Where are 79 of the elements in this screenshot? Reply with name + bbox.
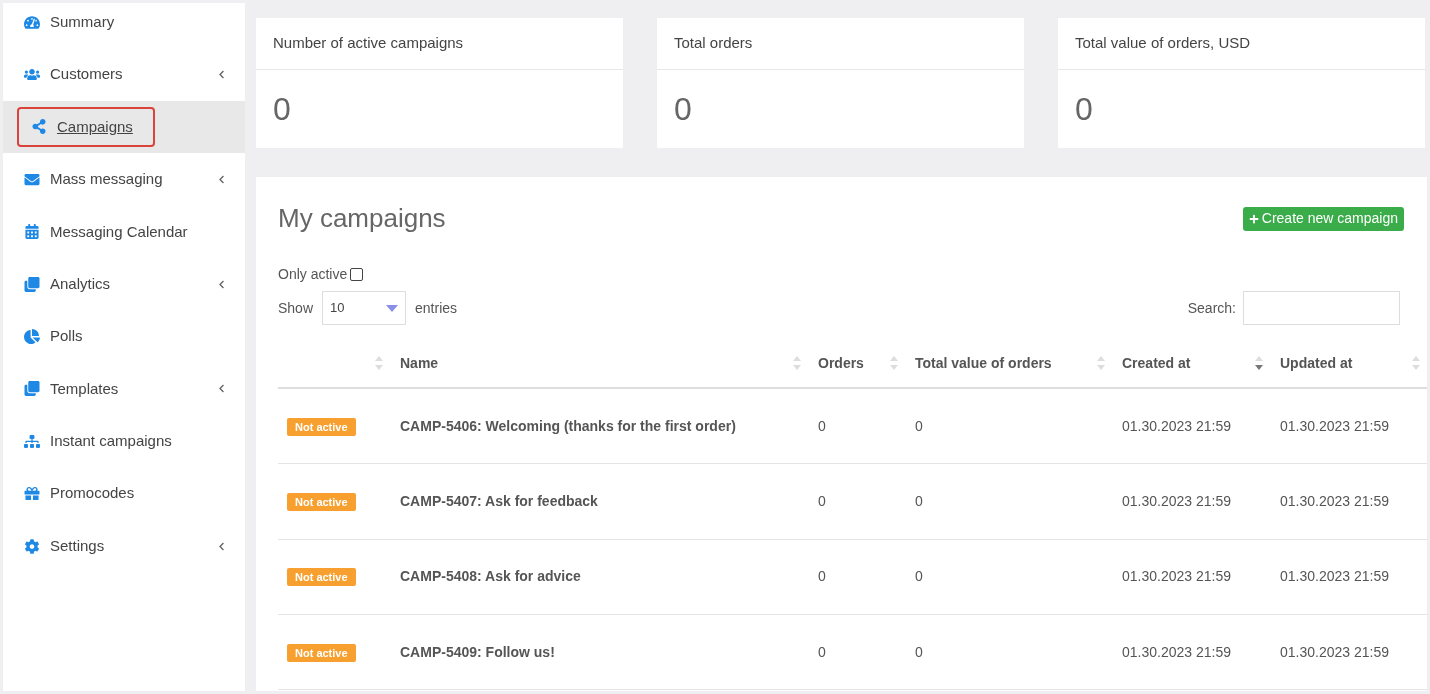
- sidebar-item[interactable]: Templates: [3, 362, 245, 416]
- status-badge: Not active: [287, 643, 356, 662]
- column-header[interactable]: Name: [389, 339, 807, 387]
- stat-title: Total value of orders, USD: [1075, 33, 1251, 54]
- campaign-name[interactable]: CAMP-5407: Ask for feedback: [400, 492, 598, 509]
- share-icon: [31, 119, 47, 135]
- sitemap-icon: [24, 433, 40, 449]
- show-label: Show: [278, 298, 314, 318]
- settings-icon: [24, 538, 40, 554]
- column-header[interactable]: Created at: [1111, 339, 1269, 387]
- stat-value: 0: [674, 90, 692, 129]
- status-badge: Not active: [287, 568, 356, 587]
- entries-label: entries: [415, 298, 458, 318]
- sidebar-item[interactable]: Customers: [3, 48, 245, 101]
- created-cell: 01.30.2023 21:59: [1122, 417, 1231, 434]
- updated-cell: 01.30.2023 21:59: [1280, 417, 1389, 434]
- sidebar-item[interactable]: Analytics: [3, 257, 245, 311]
- column-header[interactable]: Orders: [807, 339, 904, 387]
- orders-cell: 0: [818, 568, 826, 585]
- campaign-name[interactable]: CAMP-5408: Ask for advice: [400, 568, 581, 585]
- stat-value: 0: [1075, 90, 1093, 129]
- sidebar-label: Promocodes: [50, 483, 135, 504]
- orders-cell: 0: [818, 643, 826, 660]
- search-field[interactable]: [1243, 291, 1400, 325]
- envelope-icon: [24, 171, 40, 187]
- only-active-checkbox[interactable]: [350, 268, 364, 281]
- caret-icon: [386, 304, 399, 312]
- users-icon: [24, 67, 40, 83]
- sidebar-label: Messaging Calendar: [50, 221, 188, 242]
- copy-icon: [24, 276, 40, 292]
- sidebar-label: Polls: [50, 326, 83, 347]
- orders-cell: 0: [818, 492, 826, 509]
- pie-chart-icon: [24, 329, 40, 345]
- sidebar-label: Campaigns: [57, 116, 133, 137]
- total-cell: 0: [915, 417, 923, 434]
- sidebar-item[interactable]: Settings: [3, 519, 245, 573]
- copy-icon: [24, 381, 40, 397]
- only-active-label: Only active: [278, 265, 348, 284]
- campaign-name[interactable]: CAMP-5409: Follow us!: [400, 643, 555, 660]
- stat-value: 0: [273, 90, 291, 129]
- sidebar-item[interactable]: Mass messaging: [3, 153, 245, 206]
- total-cell: 0: [915, 492, 923, 509]
- column-header[interactable]: Updated at: [1269, 339, 1426, 387]
- stat-title: Number of active campaigns: [273, 33, 464, 54]
- sidebar-label: Customers: [50, 64, 123, 85]
- status-badge: Not active: [287, 492, 356, 511]
- stat-title: Total orders: [674, 33, 753, 54]
- sidebar-label: Analytics: [50, 273, 111, 294]
- updated-cell: 01.30.2023 21:59: [1280, 568, 1389, 585]
- sidebar-item[interactable]: Summary: [3, 0, 245, 49]
- sidebar-item[interactable]: Polls: [3, 310, 245, 363]
- sidebar-item[interactable]: Campaigns: [3, 100, 245, 154]
- gift-icon: [24, 486, 40, 502]
- created-cell: 01.30.2023 21:59: [1122, 492, 1231, 509]
- sidebar-label: Mass messaging: [50, 169, 163, 190]
- column-header[interactable]: Total value of orders: [904, 339, 1111, 387]
- campaign-name[interactable]: CAMP-5406: Welcoming (thanks for the first order): [400, 417, 736, 434]
- status-badge: Not active: [287, 417, 356, 436]
- plus-icon: [1248, 213, 1259, 224]
- created-cell: 01.30.2023 21:59: [1122, 643, 1231, 660]
- sidebar-item[interactable]: Instant campaigns: [3, 415, 245, 468]
- updated-cell: 01.30.2023 21:59: [1280, 492, 1389, 509]
- sidebar-label: Summary: [50, 11, 115, 32]
- entries-select[interactable]: 10: [322, 291, 407, 325]
- total-cell: 0: [915, 643, 923, 660]
- sidebar-item[interactable]: Messaging Calendar: [3, 205, 245, 258]
- calendar-icon: [24, 224, 40, 240]
- sidebar-label: Settings: [50, 535, 105, 556]
- gauge-icon: [24, 14, 40, 30]
- panel-title: My campaigns: [278, 202, 446, 235]
- created-cell: 01.30.2023 21:59: [1122, 568, 1231, 585]
- sidebar-label: Instant campaigns: [50, 431, 172, 452]
- sort-icon[interactable]: [1255, 355, 1263, 371]
- orders-cell: 0: [818, 417, 826, 434]
- search-label: Search:: [1187, 298, 1236, 318]
- sidebar-item[interactable]: Promocodes: [3, 467, 245, 520]
- sidebar-label: Templates: [50, 378, 119, 399]
- updated-cell: 01.30.2023 21:59: [1280, 643, 1389, 660]
- total-cell: 0: [915, 568, 923, 585]
